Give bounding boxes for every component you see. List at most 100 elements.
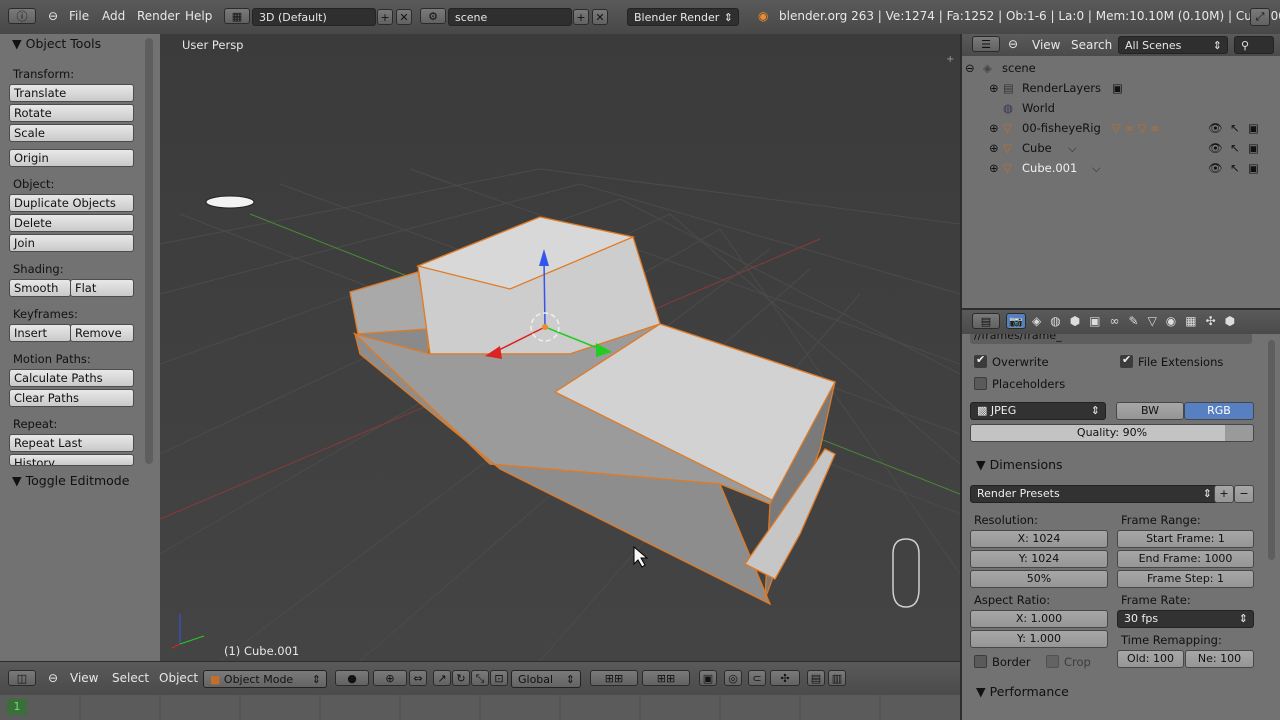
time-remap-old-field[interactable]: Old: 100 [1117, 650, 1184, 668]
dimensions-panel-header[interactable]: ▼ Dimensions [976, 457, 1063, 472]
scale-manipulator-icon[interactable]: ⤡ [471, 670, 489, 686]
quality-slider[interactable]: Quality: 90% [970, 424, 1254, 442]
insert-keyframe-button[interactable]: Insert [9, 324, 71, 342]
collapse-menu-icon[interactable]: ⊖ [48, 671, 58, 685]
crop-checkbox[interactable] [1046, 655, 1059, 668]
menu-add[interactable]: Add [102, 9, 125, 23]
scene-icon[interactable]: ⚙ [420, 8, 446, 24]
lock-layers-icon[interactable]: ▣ [699, 670, 717, 686]
menu-view[interactable]: View [1032, 38, 1060, 52]
properties-scrollbar[interactable] [1268, 340, 1275, 560]
frame-rate-select[interactable]: 30 fps ⇕ [1117, 610, 1254, 628]
outliner-row-world[interactable]: ◍ World [962, 98, 1280, 118]
bw-button[interactable]: BW [1116, 402, 1184, 420]
outliner-row-fisheyerig[interactable]: ⊕ ▽ 00-fisheyeRig ▽ ∞ ▽ ∞ 👁 ↖ ▣ [962, 118, 1280, 138]
remove-keyframe-button[interactable]: Remove [70, 324, 134, 342]
output-path-field[interactable]: //frames/frame_ [970, 334, 1252, 344]
opengl-render-icon[interactable]: ▤ [807, 670, 825, 686]
origin-button[interactable]: Origin [9, 149, 134, 167]
snap-magnet-icon[interactable]: ⊂ [748, 670, 766, 686]
outliner[interactable]: ⊖ ◈ scene ⊕ ▤ RenderLayers ▣ ◍ World ⊕ ▽… [962, 56, 1280, 308]
layers-row-2-icon[interactable]: ⊞⊞ [642, 670, 690, 686]
panel-toggle-editmode-header[interactable]: ▼ Toggle Editmode [12, 473, 129, 488]
cursor-select-icon[interactable]: ↖ [1230, 121, 1240, 135]
frame-step-field[interactable]: Frame Step: 1 [1117, 570, 1254, 588]
rgb-button[interactable]: RGB [1184, 402, 1254, 420]
render-engine-select[interactable]: Blender Render ⇕ [627, 8, 739, 26]
editor-type-3d-icon[interactable]: ◫ [8, 670, 36, 686]
end-frame-field[interactable]: End Frame: 1000 [1117, 550, 1254, 568]
menu-file[interactable]: File [69, 9, 89, 23]
render-camera-icon[interactable]: ▣ [1248, 141, 1259, 155]
render-presets-select[interactable]: Render Presets ⇕ [970, 485, 1218, 503]
duplicate-objects-button[interactable]: Duplicate Objects [9, 194, 134, 212]
outliner-row-cube-001[interactable]: ⊕ ▽ Cube.001 ⌵ 👁 ↖ ▣ [962, 158, 1280, 178]
scale-handle-icon[interactable]: ⊡ [490, 670, 508, 686]
placeholders-checkbox[interactable] [974, 377, 987, 390]
repeat-last-button[interactable]: Repeat Last [9, 434, 134, 452]
panel-object-tools-header[interactable]: ▼ Object Tools [12, 36, 101, 51]
expand-icon[interactable]: ⊕ [989, 81, 999, 95]
outliner-display-select[interactable]: All Scenes ⇕ [1118, 36, 1228, 54]
add-preset-button[interactable]: + [1214, 485, 1234, 503]
menu-view[interactable]: View [70, 671, 98, 685]
editor-type-properties-icon[interactable]: ▤ [972, 313, 1000, 329]
menu-help[interactable]: Help [185, 9, 212, 23]
proportional-edit-icon[interactable]: ◎ [724, 670, 742, 686]
outliner-label[interactable]: World [1022, 101, 1055, 115]
viewport-shading-icon[interactable]: ● [335, 670, 369, 686]
time-remap-new-field[interactable]: Ne: 100 [1185, 650, 1254, 668]
region-toggle-icon[interactable]: + [946, 54, 956, 65]
delete-screen-icon[interactable]: ✕ [396, 9, 412, 25]
expand-icon[interactable]: ⊕ [989, 141, 999, 155]
opengl-render-animation-icon[interactable]: ▥ [828, 670, 846, 686]
collapse-menu-icon[interactable]: ⊖ [48, 9, 58, 23]
resolution-percentage-field[interactable]: 50% [970, 570, 1108, 588]
overwrite-checkbox[interactable] [974, 353, 987, 368]
fullscreen-icon[interactable]: ⤢ [1250, 8, 1270, 26]
outliner-label[interactable]: Cube.001 [1022, 161, 1077, 175]
tool-shelf-scrollbar[interactable] [145, 38, 153, 464]
outliner-label[interactable]: Cube [1022, 141, 1052, 155]
border-checkbox[interactable] [974, 655, 987, 668]
cursor-select-icon[interactable]: ↖ [1230, 141, 1240, 155]
outliner-label[interactable]: scene [1002, 61, 1036, 75]
remove-preset-button[interactable]: − [1234, 485, 1254, 503]
editor-type-outliner-icon[interactable]: ☰ [972, 36, 1000, 52]
flat-button[interactable]: Flat [70, 279, 134, 297]
aspect-x-field[interactable]: X: 1.000 [970, 610, 1108, 628]
add-scene-icon[interactable]: + [573, 9, 589, 25]
mode-select[interactable]: ■ Object Mode ⇕ [203, 670, 327, 688]
outliner-row-scene[interactable]: ⊖ ◈ scene [962, 58, 1280, 78]
outliner-label[interactable]: 00-fisheyeRig [1022, 121, 1101, 135]
timeline-strip[interactable]: 1 [0, 695, 960, 720]
layers-row-1-icon[interactable]: ⊞⊞ [590, 670, 638, 686]
performance-panel-header[interactable]: ▼ Performance [976, 684, 1069, 699]
file-format-select[interactable]: ▩ JPEG ⇕ [970, 402, 1106, 420]
pivot-point-icon[interactable]: ⊕ [373, 670, 407, 686]
render-tab-icon[interactable]: 📷 [1006, 313, 1026, 329]
lamp-object[interactable] [205, 195, 255, 209]
cursor-select-icon[interactable]: ↖ [1230, 161, 1240, 175]
menu-select[interactable]: Select [112, 671, 149, 685]
start-frame-field[interactable]: Start Frame: 1 [1117, 530, 1254, 548]
menu-object[interactable]: Object [159, 671, 198, 685]
add-screen-icon[interactable]: + [377, 9, 393, 25]
eye-icon[interactable]: 👁 [1208, 161, 1223, 175]
eye-icon[interactable]: 👁 [1208, 141, 1223, 155]
aspect-y-field[interactable]: Y: 1.000 [970, 630, 1108, 648]
manipulator-toggle-icon[interactable]: ⇔ [409, 670, 427, 686]
render-camera-icon[interactable]: ▣ [1248, 121, 1259, 135]
expand-icon[interactable]: ⊕ [989, 121, 999, 135]
translate-manipulator-icon[interactable]: ↗ [433, 670, 451, 686]
smooth-button[interactable]: Smooth [9, 279, 71, 297]
rotate-manipulator-icon[interactable]: ↻ [452, 670, 470, 686]
outliner-row-cube[interactable]: ⊕ ▽ Cube ⌵ 👁 ↖ ▣ [962, 138, 1280, 158]
file-extensions-checkbox[interactable] [1120, 353, 1133, 368]
delete-button[interactable]: Delete [9, 214, 134, 232]
screen-layout-field[interactable]: 3D (Default) [252, 8, 376, 26]
scale-button[interactable]: Scale [9, 124, 134, 142]
calculate-paths-button[interactable]: Calculate Paths [9, 369, 134, 387]
delete-scene-icon[interactable]: ✕ [592, 9, 608, 25]
properties-tabs-icons[interactable]: ◈◍⬢▣∞✎▽◉▦✣⬢ [1032, 314, 1244, 328]
